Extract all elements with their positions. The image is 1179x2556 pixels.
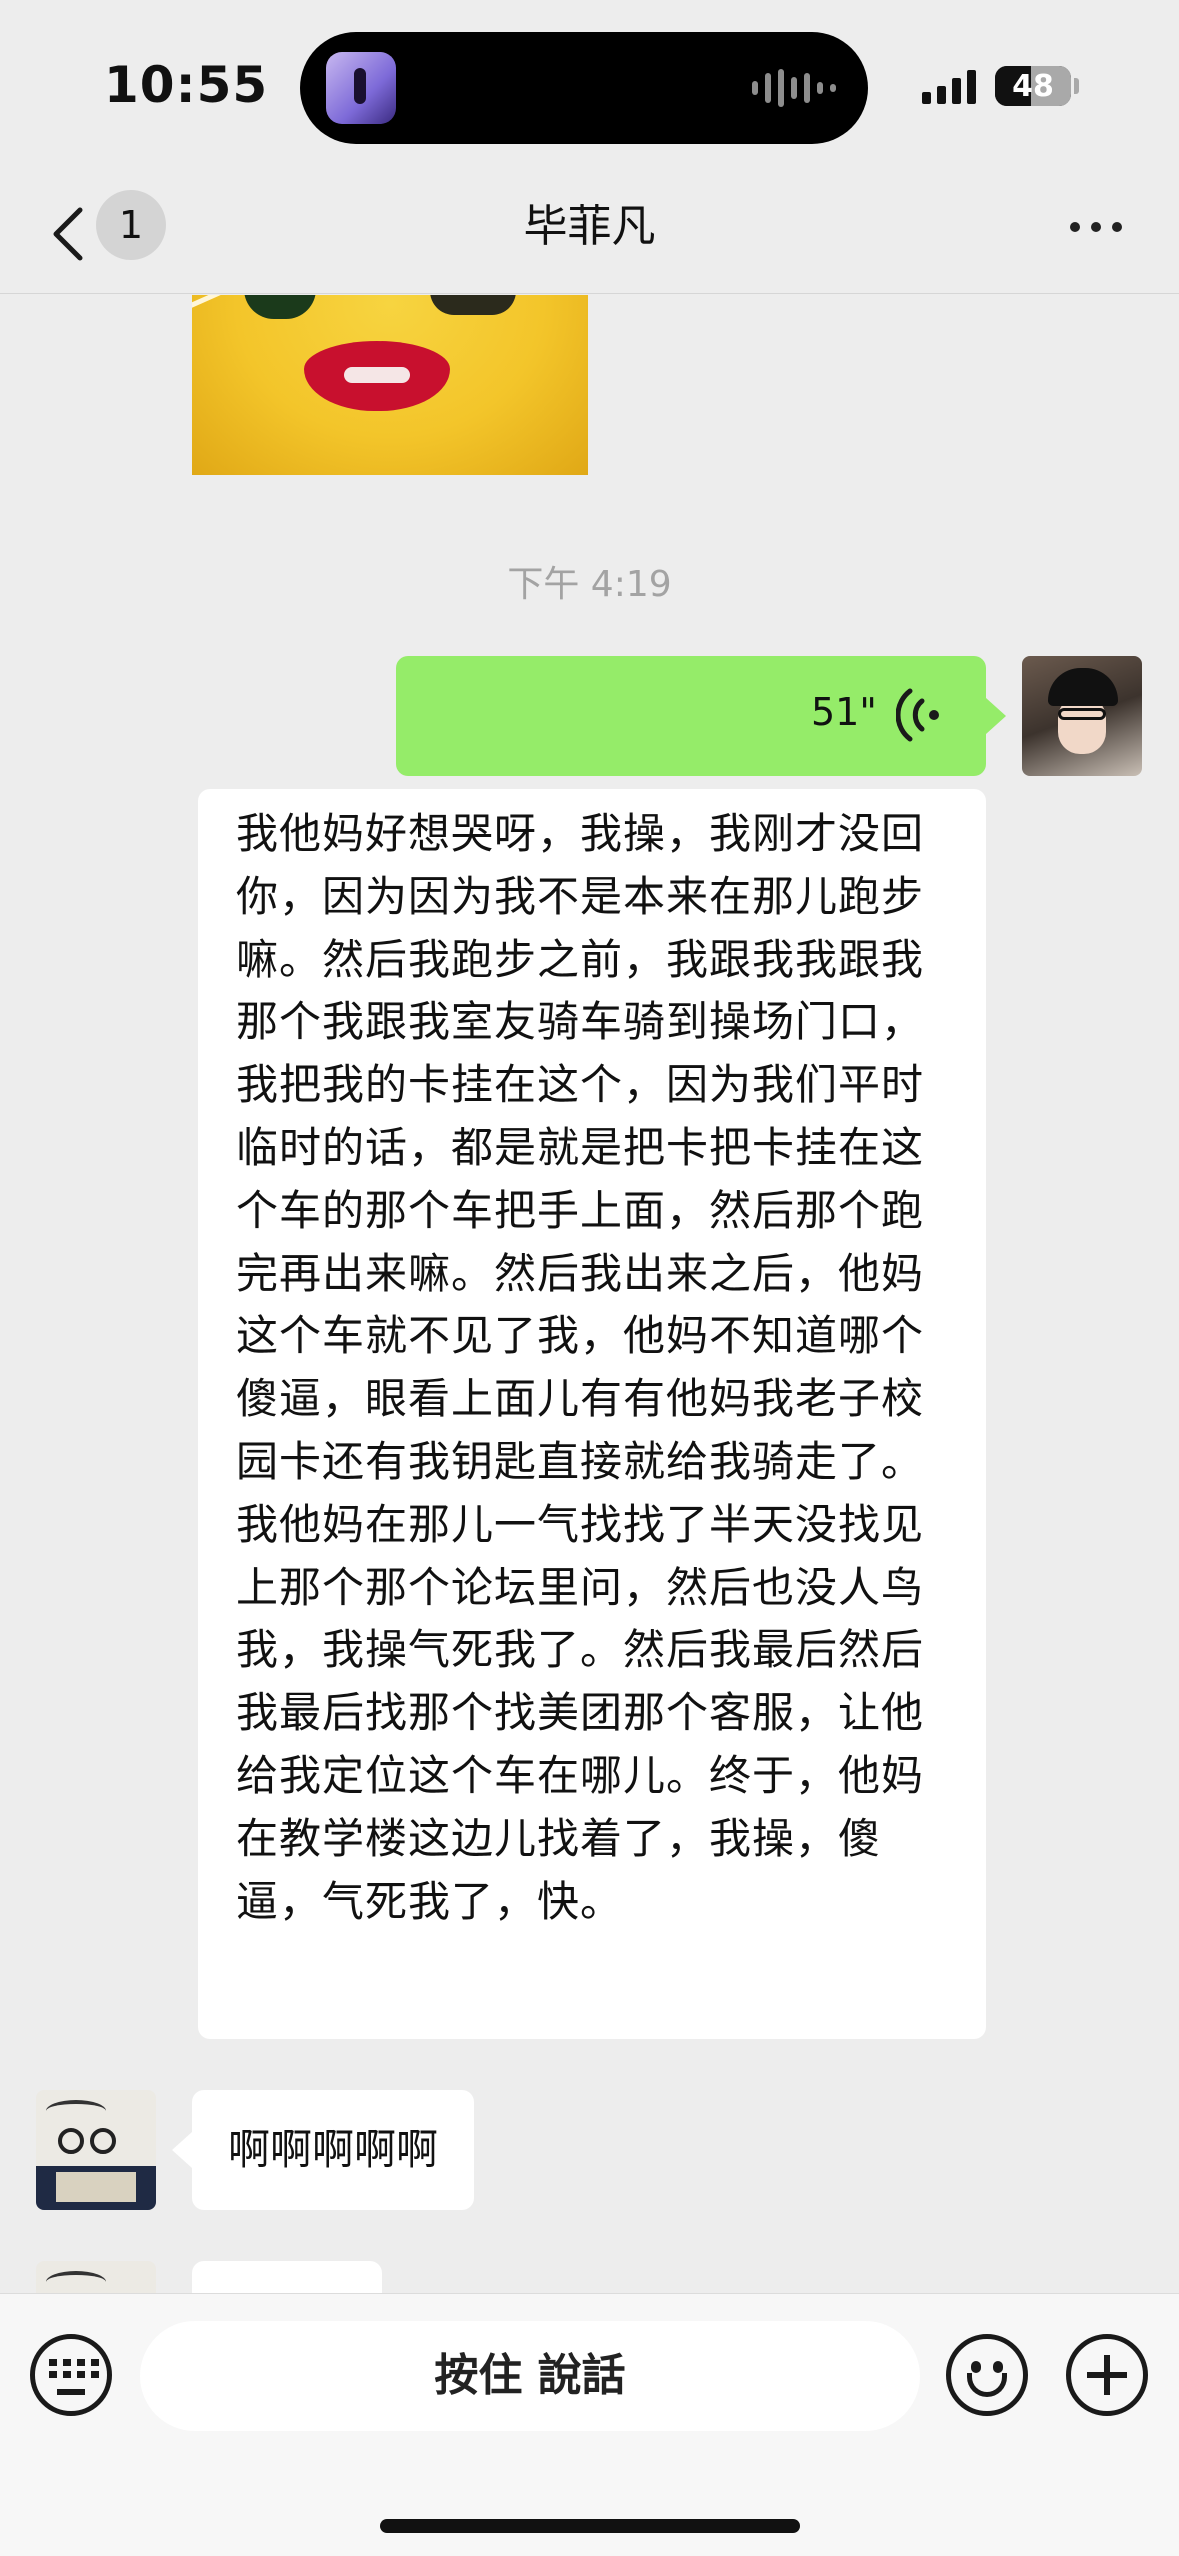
- peer-message-text: 啊啊啊啊啊: [228, 2125, 439, 2174]
- sticker-image[interactable]: [192, 295, 588, 475]
- input-bar: 按住 說話: [0, 2293, 1179, 2556]
- chat-title: 毕菲凡: [523, 201, 656, 252]
- peer-avatar[interactable]: [36, 2261, 156, 2293]
- voice-duration: 51": [811, 690, 877, 734]
- peer-avatar[interactable]: [36, 2090, 156, 2210]
- emoji-icon[interactable]: [946, 2334, 1028, 2416]
- cellular-signal-icon: [922, 68, 976, 104]
- keyboard-icon[interactable]: [30, 2334, 112, 2416]
- voice-transcription-text: 我他妈好想哭呀，我操，我刚才没回你，因为因为我不是本来在那儿跑步嘛。然后我跑步之…: [236, 809, 925, 1926]
- peer-message-bubble[interactable]: [192, 2261, 382, 2293]
- voice-transcription-bubble[interactable]: 我他妈好想哭呀，我操，我刚才没回你，因为因为我不是本来在那儿跑步嘛。然后我跑步之…: [198, 789, 986, 2039]
- voice-wave-icon: [896, 688, 939, 742]
- battery-level: 48: [1012, 69, 1054, 104]
- hold-to-talk-button[interactable]: 按住 說話: [140, 2321, 920, 2431]
- chat-messages[interactable]: 下午 4:19 51" 我他妈好想哭呀，我操，我刚才没回你，因为因为我不是本来在…: [0, 295, 1179, 2293]
- self-avatar[interactable]: [1022, 656, 1142, 776]
- status-bar: 10:55 48: [0, 0, 1179, 170]
- now-playing-thumbnail: [326, 52, 396, 124]
- status-time: 10:55: [104, 56, 269, 114]
- dynamic-island[interactable]: [300, 32, 868, 144]
- home-indicator[interactable]: [380, 2519, 800, 2533]
- peer-message-bubble[interactable]: 啊啊啊啊啊: [171, 2090, 475, 2210]
- plus-icon[interactable]: [1066, 2334, 1148, 2416]
- more-icon[interactable]: [1070, 222, 1122, 232]
- chat-header: 1 毕菲凡: [0, 170, 1179, 294]
- message-timestamp: 下午 4:19: [507, 564, 672, 605]
- battery-icon: 48: [995, 66, 1071, 106]
- audio-wave-icon: [752, 68, 836, 108]
- voice-message-bubble[interactable]: 51": [396, 656, 1006, 776]
- battery-tip: [1074, 78, 1079, 94]
